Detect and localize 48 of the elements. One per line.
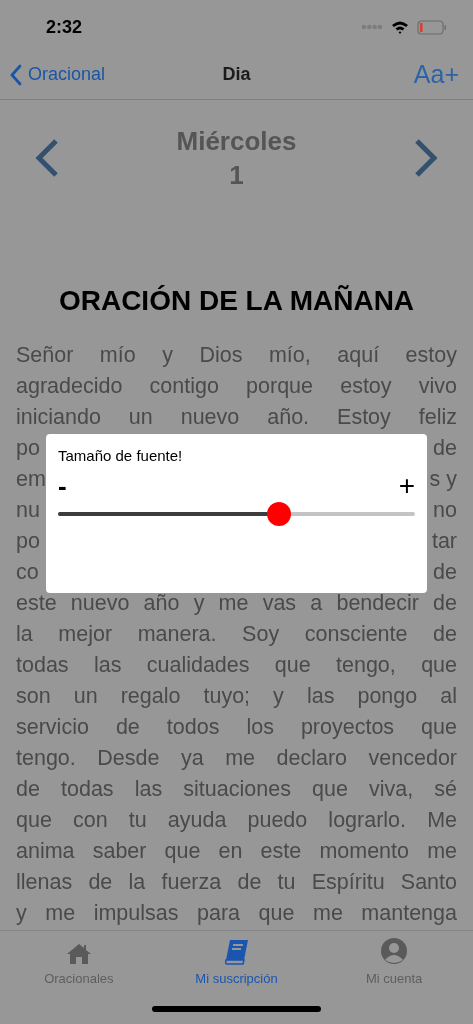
battery-icon — [417, 19, 447, 35]
prayer-text-line: iniciando un nuevo año. Estoy feliz — [16, 404, 457, 431]
prayer-text-fragment: no — [433, 497, 457, 524]
back-button[interactable]: Oracional — [10, 61, 106, 88]
slider-thumb[interactable] — [267, 502, 292, 526]
font-size-button[interactable]: Aa+ — [413, 55, 463, 94]
next-day-button[interactable] — [413, 138, 439, 178]
tab-item[interactable]: Mi suscripción — [157, 931, 316, 989]
prayer-heading: ORACIÓN DE LA MAÑANA — [57, 284, 416, 318]
increase-label: + — [398, 472, 415, 500]
decrease-label: - — [58, 472, 67, 500]
prayer-text-line: son un regalo tuyo; y las pongo al — [16, 683, 457, 710]
chevron-left-icon — [10, 63, 22, 86]
prayer-text-line: todas las cualidades que tengo, que — [16, 652, 457, 679]
prayer-text-line: de todas las situaciones que viva, sé — [16, 776, 457, 803]
prayer-text-line: servicio de todos los proyectos que — [16, 714, 457, 741]
signal-icon — [361, 24, 383, 30]
font-size-slider[interactable] — [58, 502, 415, 526]
nav-title: Dia — [222, 63, 251, 86]
prayer-text-line: y me impulsas para que me mantenga — [16, 900, 457, 927]
tab-item[interactable]: Mi cuenta — [315, 931, 473, 989]
tab-item[interactable]: Oracionales — [0, 931, 158, 989]
prayer-text-fragment: po — [16, 528, 40, 555]
prayer-text-fragment: em — [16, 466, 46, 493]
prayer-text-fragment: s y — [429, 466, 457, 493]
home-icon — [65, 943, 92, 965]
previous-day-button[interactable] — [34, 138, 60, 178]
prayer-text-line: agradecido contigo porque estoy vivo — [16, 373, 457, 400]
prayer-text-line: Señor mío y Dios mío, aquí estoy — [16, 342, 457, 369]
prayer-text-line: la mejor manera. Soy consciente de — [16, 621, 457, 648]
status-time: 2:32 — [46, 15, 83, 39]
prayer-text-line: llenas de la fuerza de tu Espíritu Santo — [16, 869, 457, 896]
prayer-text-fragment: po — [16, 435, 40, 462]
wifi-icon — [391, 20, 409, 34]
prayer-text-line: este nuevo año y me vas a bendecir de — [16, 590, 457, 617]
prayer-text-fragment: de — [433, 435, 457, 462]
book-icon — [223, 939, 250, 965]
prayer-text-line: que con tu ayuda puedo lograrlo. Me — [16, 807, 457, 834]
prayer-text-fragment: nu — [16, 497, 40, 524]
dialog-title: Tamaño de fuente! — [58, 446, 184, 466]
prayer-text-fragment: de — [433, 559, 457, 586]
user-icon — [380, 937, 409, 965]
prayer-text-fragment: co — [16, 559, 39, 586]
prayer-text-line: tengo. Desde ya me declaro vencedor — [16, 745, 457, 772]
prayer-text-fragment: tar — [431, 528, 457, 555]
weekday-label: Miércoles — [176, 125, 297, 158]
prayer-text-line: anima saber que en este momento me — [16, 838, 457, 865]
day-number: 1 — [229, 159, 244, 192]
